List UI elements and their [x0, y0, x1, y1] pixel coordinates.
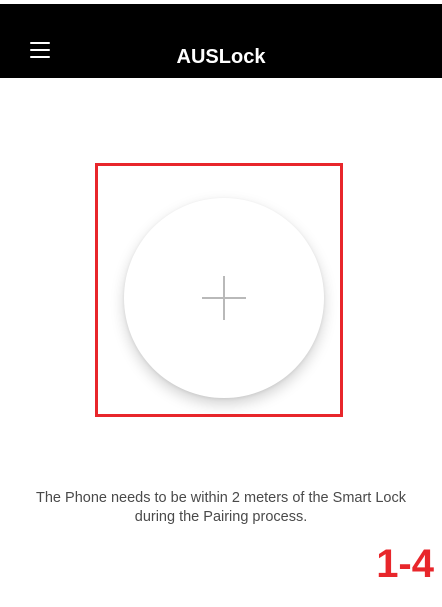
pairing-instruction: The Phone needs to be within 2 meters of…	[36, 490, 406, 525]
step-label: 1-4	[376, 542, 434, 586]
menu-line	[30, 42, 50, 44]
app-bar: AUSLock	[0, 4, 442, 78]
app-title: AUSLock	[176, 46, 266, 68]
plus-icon	[202, 276, 246, 320]
